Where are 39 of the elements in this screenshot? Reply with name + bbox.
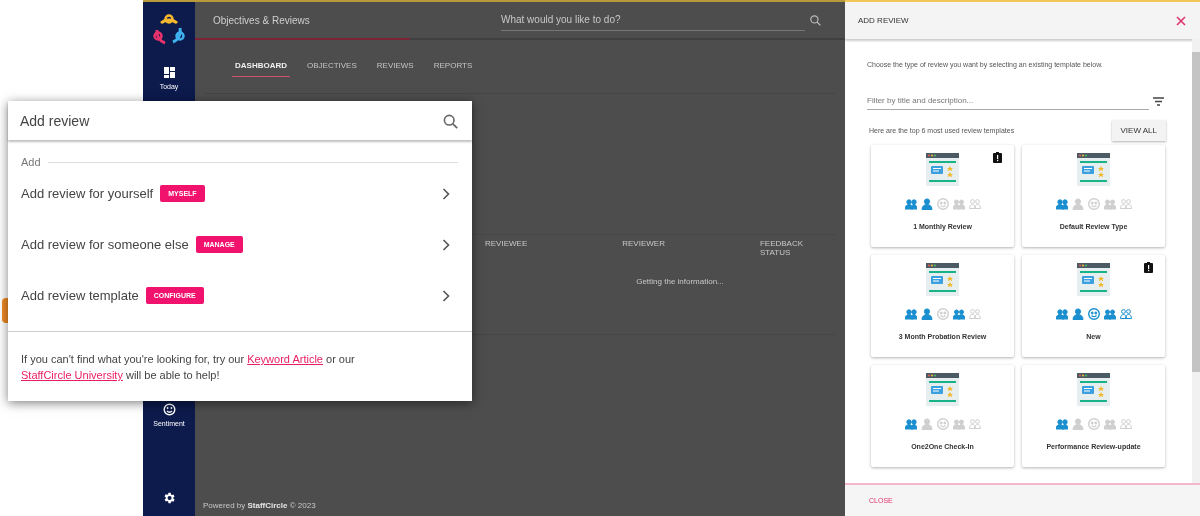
menu-item-label: Add review for yourself — [21, 186, 154, 201]
help-text: If you can't find what you're looking for, try our Keyword Article or our StaffCircle University will be able to help! — [8, 331, 472, 383]
drawer-title: ADD REVIEW — [858, 16, 909, 25]
close-icon[interactable] — [1176, 15, 1186, 26]
filter-icon[interactable] — [1153, 96, 1164, 106]
chevron-right-icon — [442, 289, 450, 302]
help-link[interactable]: Keyword Article — [247, 353, 323, 365]
column-header: FEEDBACK STATUS — [759, 239, 805, 257]
view-all-button[interactable]: VIEW ALL — [1111, 120, 1166, 141]
filter-field[interactable]: Filter by title and description... — [867, 92, 1149, 110]
section-label: Add — [21, 156, 41, 168]
dashboard-icon — [162, 66, 176, 79]
column-header: REVIEWER — [622, 239, 665, 250]
review-window-drawing — [926, 373, 959, 406]
search-icon[interactable] — [442, 112, 458, 129]
review-window-drawing — [1077, 373, 1110, 406]
help-link[interactable]: StaffCircle University — [21, 369, 123, 381]
loading-message: Getting the information... — [635, 277, 725, 286]
footer-text: Powered by StaffCircle © 2023 — [202, 501, 317, 512]
scrollbar[interactable] — [1192, 39, 1200, 483]
review-window-drawing — [926, 153, 959, 186]
tab[interactable]: REPORTS — [430, 58, 476, 77]
tab[interactable]: REVIEWS — [373, 58, 417, 77]
smiley-icon — [162, 403, 176, 416]
column-header: REVIEWEE — [485, 239, 528, 250]
menu-item-label: Add review for someone else — [21, 237, 189, 252]
settings-icon[interactable] — [162, 491, 176, 505]
menu-item-label: Add review template — [21, 288, 139, 303]
search-icon[interactable] — [809, 14, 821, 26]
chevron-right-icon — [442, 187, 450, 200]
search-field[interactable]: Add review — [18, 111, 442, 130]
chevron-right-icon — [442, 238, 450, 251]
page-title: Objectives & Reviews — [213, 14, 311, 26]
tab[interactable]: DASHBOARD — [232, 58, 290, 77]
review-window-drawing — [1077, 263, 1110, 296]
search-field[interactable]: What would you like to do? — [501, 9, 805, 31]
review-window-drawing — [1077, 153, 1110, 186]
tab[interactable]: OBJECTIVES — [304, 58, 360, 77]
review-window-drawing — [926, 263, 959, 296]
